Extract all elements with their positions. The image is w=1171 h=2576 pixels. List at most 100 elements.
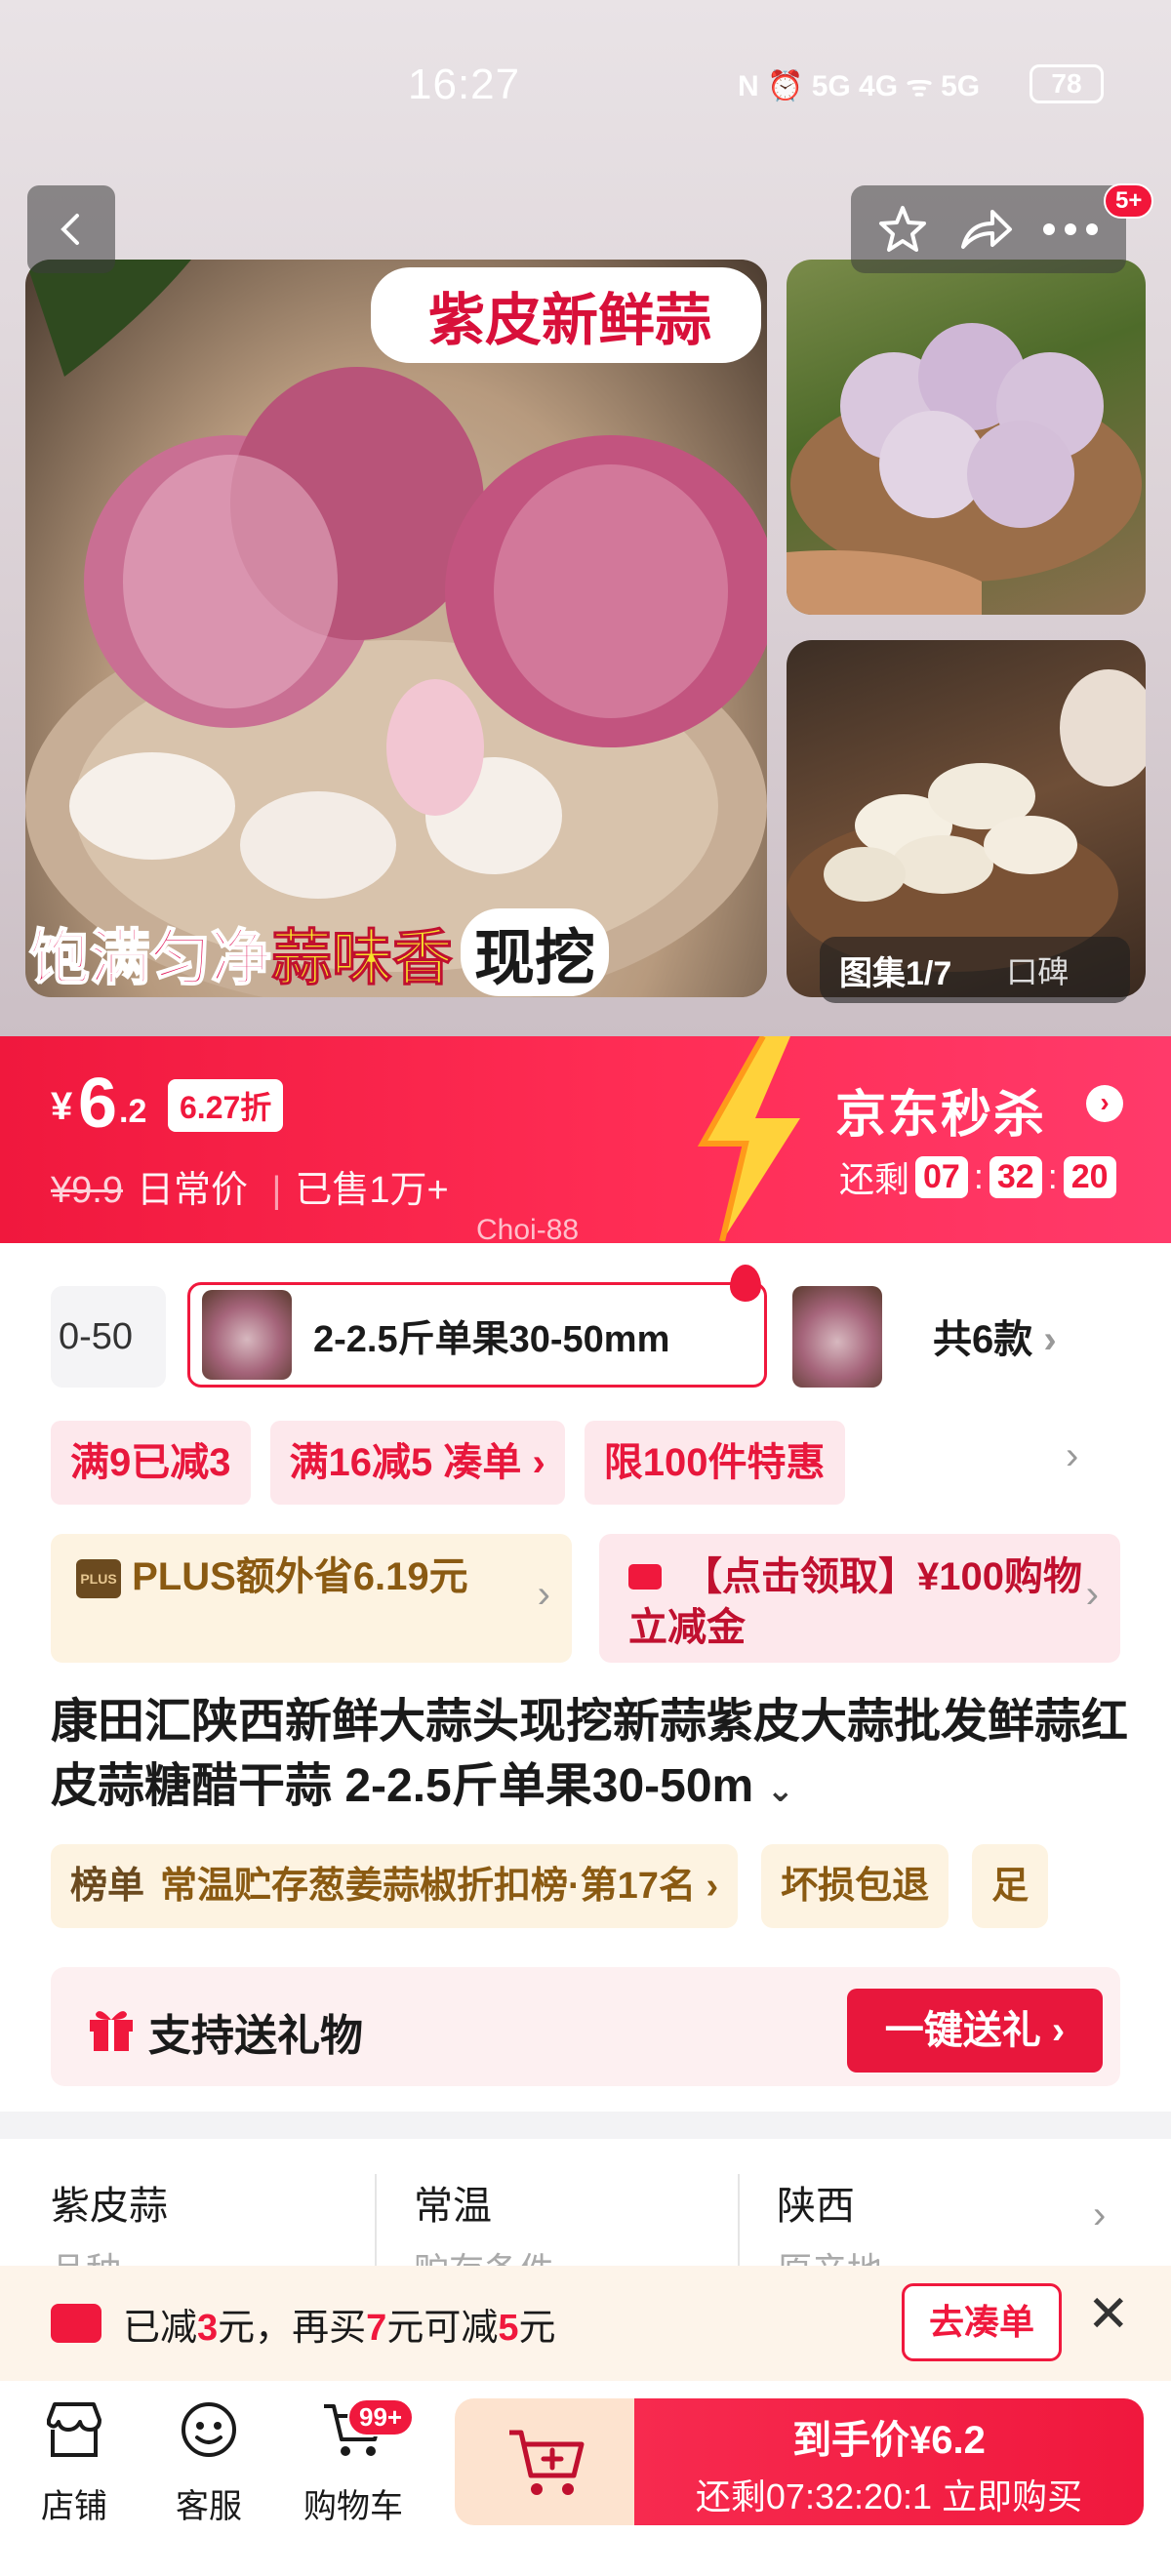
extra-badge[interactable]: 足 (972, 1844, 1049, 1928)
gift-label: 支持送礼物 (148, 2012, 363, 2060)
chevron-right-icon[interactable]: › (1066, 1434, 1078, 1478)
top-actions (851, 185, 1126, 273)
add-to-cart-button[interactable] (455, 2398, 640, 2525)
banner-bottom-a: 饱满匀净 (28, 924, 272, 993)
flash-sale-title[interactable]: 京东秒杀 (835, 1073, 1046, 1147)
price-decimal: .2 (119, 1093, 147, 1130)
customer-service-icon (182, 2402, 236, 2457)
variant-option-next[interactable] (792, 1286, 882, 1388)
status-signal-icons: N ⏰ 5G 4G ᯤ 5G (738, 70, 981, 102)
tab-shop[interactable]: 店铺 (16, 2398, 133, 2527)
attributes-row[interactable]: 紫皮蒜品种 常温贮存条件 陕西原产地 › (0, 2139, 1171, 2290)
shop-icon (47, 2402, 101, 2457)
tab-service[interactable]: 客服 (150, 2398, 267, 2527)
variant-count[interactable]: 共6款 › (933, 1308, 1057, 1364)
variant-thumbnail (202, 1290, 292, 1380)
chevron-right-icon: › (1093, 2194, 1107, 2236)
original-price: ¥9.9 (51, 1170, 123, 1211)
notice-amount: 3 (197, 2307, 219, 2349)
gallery-counter: 图集1/7 (839, 954, 952, 992)
buy-countdown: 还剩07:32:20:1 立即购买 (695, 2476, 1083, 2516)
banner-top-text: 紫皮新鲜蒜 (427, 289, 711, 352)
promo-tag[interactable]: 满16减5 凑单 › (269, 1421, 565, 1505)
notice-amount: 5 (498, 2307, 519, 2349)
banner-bottom: 饱满匀净 蒜味香 现挖 (25, 907, 767, 997)
notice-part: 已减 (123, 2307, 198, 2349)
banner-bottom-c: 现挖 (461, 908, 610, 996)
coupon-text: 【点击领取】¥100购物立减金 (628, 1555, 1082, 1649)
tab-cart-label: 购物车 (303, 2488, 403, 2525)
countdown-hours: 07 (915, 1155, 968, 1198)
message-badge: 5+ (1104, 183, 1154, 219)
gallery-thumb-1[interactable] (787, 260, 1146, 615)
ranking-label: 榜单 (70, 1866, 145, 1907)
coupon-offer[interactable]: 【点击领取】¥100购物立减金 › (599, 1534, 1120, 1663)
chevron-right-icon[interactable]: › (1086, 1085, 1123, 1122)
gallery-counter-pill[interactable]: 图集1/7 口碑 (820, 937, 1130, 1003)
notice-part: 元，再买 (218, 2307, 367, 2349)
buy-price-label: 到手价 (792, 2419, 910, 2462)
price-integer: 6 (78, 1065, 118, 1143)
star-icon[interactable] (875, 202, 930, 257)
notice-part: 元 (518, 2307, 556, 2349)
notice-part: 元可减 (386, 2307, 499, 2349)
more-icon[interactable] (1039, 220, 1102, 239)
buy-price: ¥6.2 (909, 2419, 986, 2462)
hot-icon (730, 1265, 761, 1302)
return-policy-badge[interactable]: 坏损包退 (761, 1844, 949, 1928)
gallery-main-image[interactable]: 紫皮新鲜蒜 饱满匀净 蒜味香 现挖 (25, 260, 767, 997)
back-button[interactable] (27, 185, 115, 273)
countdown-label: 还剩 (839, 1159, 910, 1199)
countdown: 还剩 07: 32: 20 (839, 1151, 1116, 1202)
watermark: Choi-88 (476, 1214, 580, 1246)
plus-savings[interactable]: PLUS PLUS额外省6.19元 › (51, 1534, 572, 1663)
tab-shop-label: 店铺 (41, 2488, 107, 2525)
ranking-text: 常温贮存葱姜蒜椒折扣榜·第17名 › (160, 1866, 719, 1907)
attribute-value: 紫皮蒜 (51, 2185, 168, 2228)
discount-tag: 6.27折 (168, 1079, 284, 1132)
original-price-label: 日常价 (136, 1170, 248, 1211)
promo-row: 满9已减3 满16减5 凑单 › 限100件特惠 (51, 1421, 845, 1505)
attribute-value: 常温 (414, 2185, 492, 2228)
chevron-right-icon: › (1085, 1573, 1099, 1616)
variant-count-label: 共6款 (933, 1318, 1033, 1361)
gift-section: 支持送礼物 一键送礼 › (51, 1967, 1120, 2086)
original-price-row: ¥9.9 日常价 | 已售1万+ (51, 1170, 449, 1211)
coupon-icon (51, 2304, 101, 2343)
badges-row: 榜单 常温贮存葱姜蒜椒折扣榜·第17名 › 坏损包退 足 (51, 1844, 1171, 1928)
lightning-icon (697, 1036, 800, 1241)
chevron-right-icon: › (537, 1573, 550, 1616)
product-title[interactable]: 康田汇陕西新鲜大蒜头现挖新蒜紫皮大蒜批发鲜蒜红皮蒜糖醋干蒜 2-2.5斤单果30… (51, 1690, 1134, 1823)
variant-option-selected[interactable]: 2-2.5斤单果30-50mm (187, 1282, 767, 1388)
variant-option-prev[interactable]: 0-50 (51, 1286, 166, 1388)
notice-amount: 7 (366, 2307, 387, 2349)
countdown-seconds: 20 (1063, 1155, 1116, 1198)
plus-savings-text: PLUS额外省6.19元 (132, 1555, 468, 1598)
buy-now-button[interactable]: 到手价¥6.2 还剩07:32:20:1 立即购买 (634, 2398, 1144, 2525)
close-icon[interactable]: ✕ (1087, 2285, 1130, 2344)
status-bar: 16:27 N ⏰ 5G 4G ᯤ 5G 78 (0, 0, 1171, 176)
gift-icon (90, 2011, 133, 2051)
coupon-icon (628, 1564, 662, 1590)
attribute-value: 陕西 (777, 2185, 855, 2228)
battery-icon: 78 (1030, 64, 1104, 103)
tab-service-label: 客服 (176, 2488, 242, 2525)
cart-count-badge: 99+ (347, 2398, 415, 2436)
promo-tag[interactable]: 满9已减3 (51, 1421, 251, 1505)
price-currency: ¥ (51, 1085, 73, 1128)
chevron-left-icon (61, 214, 79, 245)
ranking-badge[interactable]: 榜单 常温贮存葱姜蒜椒折扣榜·第17名 › (51, 1844, 739, 1928)
promo-tag[interactable]: 限100件特惠 (584, 1421, 845, 1505)
plus-logo-icon: PLUS (76, 1559, 121, 1599)
chevron-down-icon[interactable]: ⌄ (767, 1772, 795, 1809)
share-icon[interactable] (955, 202, 1014, 257)
add-more-button[interactable]: 去凑单 (902, 2283, 1062, 2361)
garlic-bowl-photo (787, 323, 1142, 615)
variant-selected-label: 2-2.5斤单果30-50mm (313, 1318, 670, 1360)
sold-count: 已售1万+ (295, 1170, 449, 1211)
chevron-right-icon: › (1043, 1318, 1057, 1361)
reviews-tab[interactable]: 口碑 (1006, 947, 1069, 992)
countdown-minutes: 32 (989, 1155, 1042, 1198)
send-gift-button[interactable]: 一键送礼 › (847, 1989, 1103, 2073)
garlic-photo (25, 260, 767, 997)
